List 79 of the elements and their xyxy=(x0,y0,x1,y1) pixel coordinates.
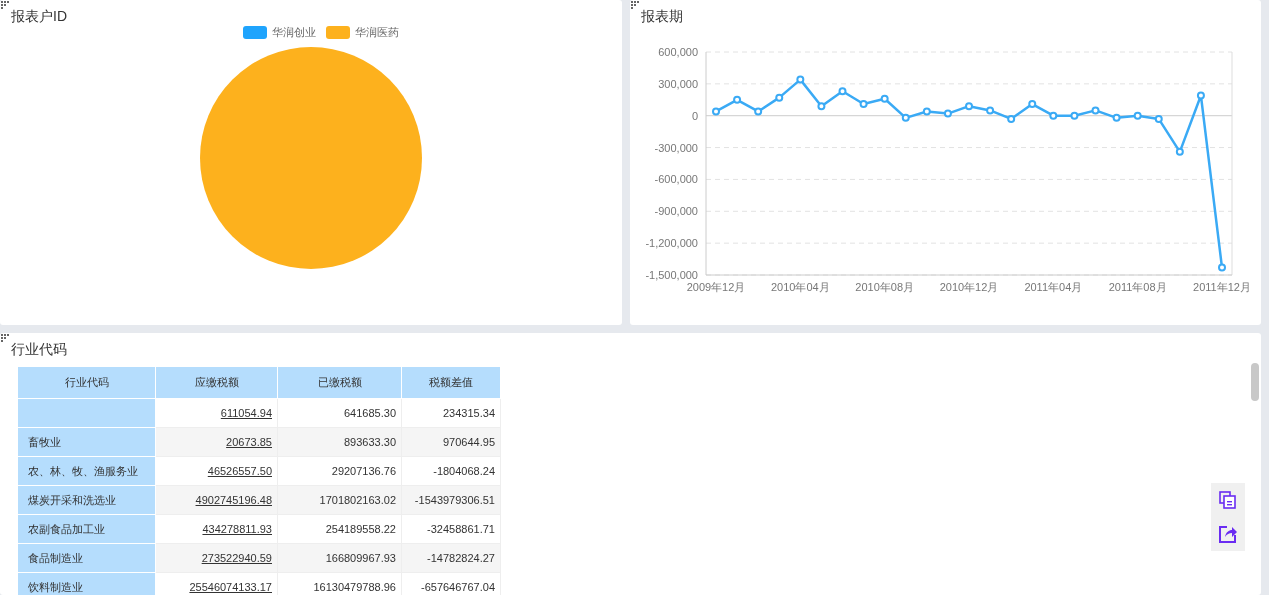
column-header: 应缴税额 xyxy=(155,366,278,399)
data-point[interactable] xyxy=(1218,263,1226,272)
copy-icon xyxy=(1218,490,1238,510)
data-point[interactable] xyxy=(901,113,910,122)
axis-tick-label: 600,000 xyxy=(658,46,698,58)
table-cell: -657646767.04 xyxy=(421,581,495,593)
share-arrow-icon xyxy=(1218,524,1238,544)
column-header: 已缴税额 xyxy=(277,366,402,399)
axis-tick-label: 300,000 xyxy=(658,77,698,90)
data-point[interactable] xyxy=(1028,100,1037,109)
column-header: 行业代码 xyxy=(17,366,156,399)
data-point[interactable] xyxy=(986,106,995,115)
row-header: 畜牧业 xyxy=(28,435,61,448)
value-link[interactable]: 611054.94 xyxy=(220,407,272,419)
row-header: 饮料制造业 xyxy=(28,580,83,593)
axis-tick-label: -600,000 xyxy=(654,173,698,186)
axis-tick-label: 2009年12月 xyxy=(686,281,746,293)
row-header: 农副食品加工业 xyxy=(28,522,105,535)
table-cell: 234315.34 xyxy=(443,407,495,419)
drag-handle-icon[interactable] xyxy=(1,334,9,342)
data-point[interactable] xyxy=(1196,91,1205,100)
axis-tick-label: 2010年12月 xyxy=(939,281,999,293)
data-point[interactable] xyxy=(1175,147,1184,156)
data-point[interactable] xyxy=(1112,113,1121,122)
table-cell: 166809967.93 xyxy=(325,552,396,564)
panel-title: 报表户ID xyxy=(11,7,67,25)
axis-tick-label: -900,000 xyxy=(654,205,698,218)
data-point[interactable] xyxy=(965,102,973,111)
axis-tick-label: 2011年08月 xyxy=(1108,281,1167,293)
panel-title: 行业代码 xyxy=(11,340,67,358)
table-cell: 970644.95 xyxy=(443,436,495,448)
axis-tick-label: -1,500,000 xyxy=(645,269,698,281)
table-cell: 1701802163.02 xyxy=(319,494,396,506)
data-point[interactable] xyxy=(1070,111,1079,120)
drag-handle-icon[interactable] xyxy=(631,1,639,9)
data-point[interactable] xyxy=(1154,114,1163,123)
table-cell: -1543979306.51 xyxy=(414,494,495,506)
legend-swatch[interactable] xyxy=(326,26,350,39)
data-point[interactable] xyxy=(733,95,742,104)
axis-tick-label: -1,200,000 xyxy=(645,237,698,250)
scrollbar-thumb[interactable] xyxy=(1251,363,1259,401)
axis-tick-label: 2010年04月 xyxy=(770,281,830,293)
axis-tick-label: 2011年12月 xyxy=(1193,281,1251,293)
data-point[interactable] xyxy=(943,109,952,118)
data-point[interactable] xyxy=(1091,106,1100,115)
table-cell: 16130479788.96 xyxy=(313,581,396,593)
axis-tick-label: 2011年04月 xyxy=(1024,281,1083,293)
panel-title: 报表期 xyxy=(641,7,683,25)
data-point[interactable] xyxy=(859,100,868,109)
table-cell: 893633.30 xyxy=(344,436,396,448)
axis-tick-label: 0 xyxy=(691,109,698,122)
legend-swatch[interactable] xyxy=(243,26,267,39)
axis-tick-label: 2010年08月 xyxy=(855,281,915,293)
table-cell: -1804068.24 xyxy=(433,465,495,477)
table-cell: 29207136.76 xyxy=(331,465,396,477)
axis-tick-label: -300,000 xyxy=(654,141,698,154)
data-point[interactable] xyxy=(1049,111,1058,120)
data-point[interactable] xyxy=(817,102,826,111)
data-point[interactable] xyxy=(922,107,931,116)
table-cell: 254189558.22 xyxy=(325,523,396,535)
column-header: 税额差值 xyxy=(401,366,501,399)
table-cell: -32458861.71 xyxy=(427,523,495,535)
data-point[interactable] xyxy=(838,87,847,96)
legend-label[interactable]: 华润医药 xyxy=(355,25,399,40)
data-point[interactable] xyxy=(1133,111,1142,120)
data-point[interactable] xyxy=(796,75,805,84)
legend-label[interactable]: 华润创业 xyxy=(272,25,316,40)
data-point[interactable] xyxy=(1007,114,1016,123)
data-point[interactable] xyxy=(775,93,784,102)
table-cell: 641685.30 xyxy=(344,407,396,419)
row-header: 食品制造业 xyxy=(28,551,83,564)
data-point[interactable] xyxy=(754,107,763,116)
row-header: 煤炭开采和洗选业 xyxy=(28,493,116,506)
data-point[interactable] xyxy=(712,107,720,116)
row-header: 农、林、牧、渔服务业 xyxy=(28,464,138,477)
data-point[interactable] xyxy=(880,94,889,103)
drag-handle-icon[interactable] xyxy=(1,1,9,9)
value-link[interactable]: 20673.85 xyxy=(226,436,272,448)
table-cell: -14782824.27 xyxy=(427,552,495,564)
